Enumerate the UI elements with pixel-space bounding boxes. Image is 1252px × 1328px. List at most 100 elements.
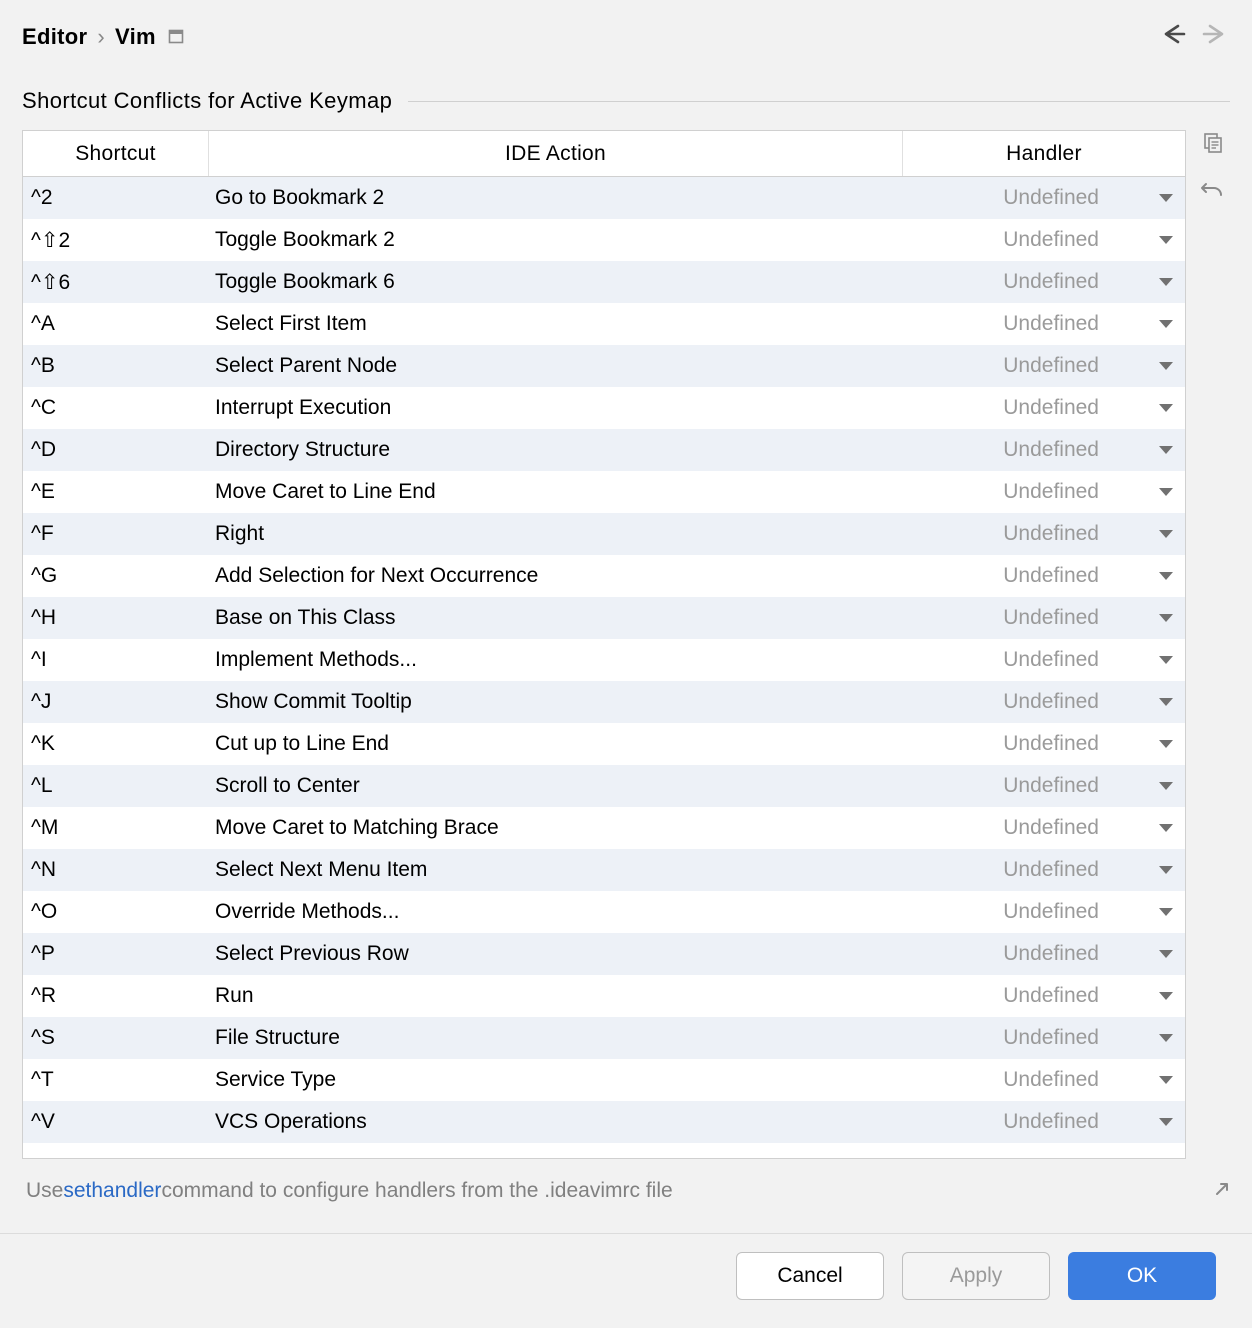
table-row[interactable]: ^BSelect Parent NodeUndefined: [23, 345, 1185, 387]
tip-text: Use sethandler command to configure hand…: [26, 1179, 1230, 1203]
forward-button: [1200, 22, 1230, 52]
handler-dropdown[interactable]: Undefined: [903, 648, 1185, 672]
chevron-down-icon: [1159, 530, 1173, 538]
shortcut-cell: ^S: [23, 1026, 209, 1050]
handler-dropdown[interactable]: Undefined: [903, 732, 1185, 756]
cancel-button[interactable]: Cancel: [736, 1252, 884, 1300]
shortcut-cell: ^F: [23, 522, 209, 546]
handler-dropdown[interactable]: Undefined: [903, 186, 1185, 210]
action-cell: Add Selection for Next Occurrence: [209, 564, 903, 588]
chevron-down-icon: [1159, 278, 1173, 286]
table-row[interactable]: ^DDirectory StructureUndefined: [23, 429, 1185, 471]
handler-value: Undefined: [1003, 354, 1099, 378]
action-cell: VCS Operations: [209, 1110, 903, 1134]
table-row[interactable]: ^PSelect Previous RowUndefined: [23, 933, 1185, 975]
undo-icon[interactable]: [1200, 176, 1224, 206]
table-row[interactable]: ^RRunUndefined: [23, 975, 1185, 1017]
breadcrumb-separator: ›: [97, 24, 105, 50]
handler-dropdown[interactable]: Undefined: [903, 228, 1185, 252]
table-row[interactable]: ^EMove Caret to Line EndUndefined: [23, 471, 1185, 513]
table-row[interactable]: ^IImplement Methods...Undefined: [23, 639, 1185, 681]
table-row[interactable]: ^JShow Commit TooltipUndefined: [23, 681, 1185, 723]
handler-dropdown[interactable]: Undefined: [903, 270, 1185, 294]
chevron-down-icon: [1159, 404, 1173, 412]
shortcut-cell: ^⇧2: [23, 228, 209, 253]
table-row[interactable]: ^FRightUndefined: [23, 513, 1185, 555]
open-in-new-window-icon[interactable]: [168, 28, 186, 46]
table-row[interactable]: ^MMove Caret to Matching BraceUndefined: [23, 807, 1185, 849]
table-row[interactable]: ^OOverride Methods... Undefined: [23, 891, 1185, 933]
table-row[interactable]: ^NSelect Next Menu ItemUndefined: [23, 849, 1185, 891]
handler-dropdown[interactable]: Undefined: [903, 522, 1185, 546]
sethandler-link[interactable]: sethandler: [63, 1179, 161, 1203]
shortcut-cell: ^I: [23, 648, 209, 672]
shortcut-cell: ^L: [23, 774, 209, 798]
table-row[interactable]: ^CInterrupt ExecutionUndefined: [23, 387, 1185, 429]
column-header-handler[interactable]: Handler: [903, 131, 1185, 176]
chevron-down-icon: [1159, 1034, 1173, 1042]
table-row[interactable]: ^2Go to Bookmark 2Undefined: [23, 177, 1185, 219]
handler-dropdown[interactable]: Undefined: [903, 690, 1185, 714]
handler-dropdown[interactable]: Undefined: [903, 1068, 1185, 1092]
table-row[interactable]: ^LScroll to CenterUndefined: [23, 765, 1185, 807]
copy-icon[interactable]: [1201, 132, 1223, 160]
handler-dropdown[interactable]: Undefined: [903, 774, 1185, 798]
handler-value: Undefined: [1003, 312, 1099, 336]
shortcut-cell: ^R: [23, 984, 209, 1008]
table-row[interactable]: ^TService TypeUndefined: [23, 1059, 1185, 1101]
shortcut-cell: ^N: [23, 858, 209, 882]
handler-value: Undefined: [1003, 396, 1099, 420]
handler-dropdown[interactable]: Undefined: [903, 438, 1185, 462]
chevron-down-icon: [1159, 908, 1173, 916]
handler-value: Undefined: [1003, 1068, 1099, 1092]
action-cell: Interrupt Execution: [209, 396, 903, 420]
table-row[interactable]: ^VVCS OperationsUndefined: [23, 1101, 1185, 1143]
handler-dropdown[interactable]: Undefined: [903, 606, 1185, 630]
back-button[interactable]: [1158, 22, 1188, 52]
table-row[interactable]: ^GAdd Selection for Next OccurrenceUndef…: [23, 555, 1185, 597]
shortcut-cell: ^O: [23, 900, 209, 924]
shortcut-cell: ^G: [23, 564, 209, 588]
handler-dropdown[interactable]: Undefined: [903, 480, 1185, 504]
handler-value: Undefined: [1003, 606, 1099, 630]
handler-value: Undefined: [1003, 522, 1099, 546]
table-row[interactable]: ^KCut up to Line EndUndefined: [23, 723, 1185, 765]
table-row[interactable]: ^⇧6Toggle Bookmark 6Undefined: [23, 261, 1185, 303]
handler-dropdown[interactable]: Undefined: [903, 1110, 1185, 1134]
breadcrumb-current: Vim: [115, 24, 156, 50]
handler-dropdown[interactable]: Undefined: [903, 1026, 1185, 1050]
chevron-down-icon: [1159, 782, 1173, 790]
handler-dropdown[interactable]: Undefined: [903, 312, 1185, 336]
handler-dropdown[interactable]: Undefined: [903, 354, 1185, 378]
handler-dropdown[interactable]: Undefined: [903, 984, 1185, 1008]
column-header-shortcut[interactable]: Shortcut: [23, 131, 209, 176]
handler-dropdown[interactable]: Undefined: [903, 858, 1185, 882]
chevron-down-icon: [1159, 656, 1173, 664]
chevron-down-icon: [1159, 488, 1173, 496]
table-row[interactable]: ^⇧2Toggle Bookmark 2Undefined: [23, 219, 1185, 261]
action-cell: Override Methods...: [209, 900, 903, 924]
handler-value: Undefined: [1003, 1110, 1099, 1134]
action-cell: Implement Methods...: [209, 648, 903, 672]
handler-dropdown[interactable]: Undefined: [903, 564, 1185, 588]
handler-dropdown[interactable]: Undefined: [903, 942, 1185, 966]
table-row[interactable]: ^ASelect First ItemUndefined: [23, 303, 1185, 345]
external-link-icon[interactable]: [1214, 1179, 1230, 1203]
ok-button[interactable]: OK: [1068, 1252, 1216, 1300]
column-header-action[interactable]: IDE Action: [209, 131, 903, 176]
breadcrumb-parent[interactable]: Editor: [22, 24, 87, 50]
handler-value: Undefined: [1003, 900, 1099, 924]
shortcut-cell: ^T: [23, 1068, 209, 1092]
action-cell: Show Commit Tooltip: [209, 690, 903, 714]
table-row[interactable]: ^SFile StructureUndefined: [23, 1017, 1185, 1059]
action-cell: Move Caret to Matching Brace: [209, 816, 903, 840]
action-cell: Directory Structure: [209, 438, 903, 462]
handler-dropdown[interactable]: Undefined: [903, 900, 1185, 924]
table-row[interactable]: ^HBase on This ClassUndefined: [23, 597, 1185, 639]
handler-dropdown[interactable]: Undefined: [903, 396, 1185, 420]
handler-value: Undefined: [1003, 270, 1099, 294]
handler-dropdown[interactable]: Undefined: [903, 816, 1185, 840]
handler-value: Undefined: [1003, 942, 1099, 966]
handler-value: Undefined: [1003, 858, 1099, 882]
action-cell: Toggle Bookmark 2: [209, 228, 903, 252]
